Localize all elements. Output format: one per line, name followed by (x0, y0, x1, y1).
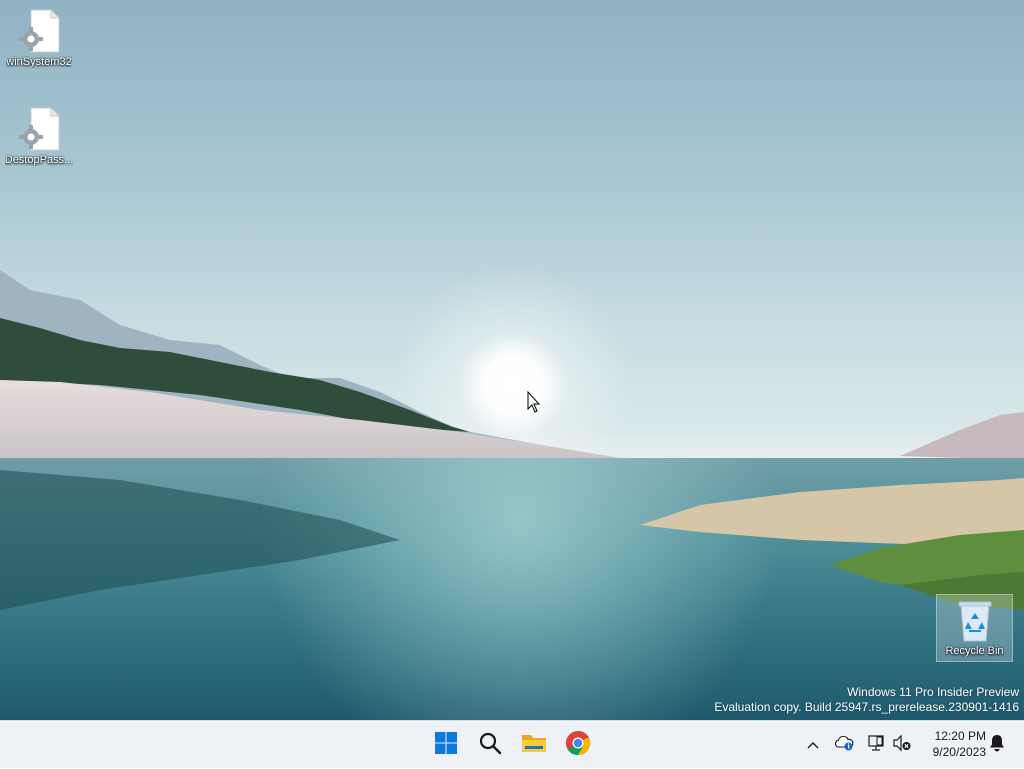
show-hidden-icons-button[interactable] (802, 721, 824, 769)
settings-file-icon (17, 8, 61, 54)
settings-file-icon (17, 106, 61, 152)
search-icon (478, 731, 502, 760)
notification-bell-icon (989, 734, 1005, 757)
recycle-bin[interactable]: Recycle Bin (936, 594, 1013, 662)
desktop-icon-label: DestopPass... (4, 154, 74, 166)
onedrive-tray-button[interactable] (832, 721, 856, 769)
clock-time: 12:20 PM (934, 729, 986, 743)
watermark-line-1: Windows 11 Pro Insider Preview (847, 685, 1019, 699)
wallpaper (0, 0, 1024, 720)
search-button[interactable] (470, 725, 510, 765)
watermark-line-2: Evaluation copy. Build 25947.rs_prerelea… (714, 700, 1019, 714)
clock[interactable]: 12:20 PM 9/20/2023 (920, 728, 986, 760)
windows-logo-icon (434, 731, 458, 760)
folder-icon (521, 731, 547, 760)
desktop-icon-winsystem32[interactable]: winSystem32 (1, 8, 77, 68)
file-explorer-button[interactable] (514, 725, 554, 765)
clock-date: 9/20/2023 (932, 745, 986, 759)
notifications-button[interactable] (986, 721, 1008, 769)
onedrive-icon (834, 735, 854, 756)
desktop[interactable]: winSystem32 DestopPass... Recycle Bin Wi… (0, 0, 1024, 720)
network-tray-button[interactable] (864, 721, 888, 769)
network-icon (866, 734, 886, 757)
evaluation-watermark: Windows 11 Pro Insider Preview Evaluatio… (714, 685, 1019, 715)
desktop-icon-destoppass[interactable]: DestopPass... (1, 106, 77, 166)
chevron-up-icon (807, 736, 819, 754)
recycle-bin-label: Recycle Bin (945, 645, 1004, 657)
taskbar: 12:20 PM 9/20/2023 (0, 720, 1024, 768)
chrome-button[interactable] (558, 725, 598, 765)
start-button[interactable] (426, 725, 466, 765)
chrome-icon (565, 730, 591, 761)
volume-muted-icon (892, 734, 912, 757)
volume-tray-button[interactable] (890, 721, 914, 769)
desktop-icon-label: winSystem32 (6, 56, 72, 68)
mouse-cursor-icon (527, 390, 541, 418)
recycle-bin-icon (955, 599, 995, 643)
